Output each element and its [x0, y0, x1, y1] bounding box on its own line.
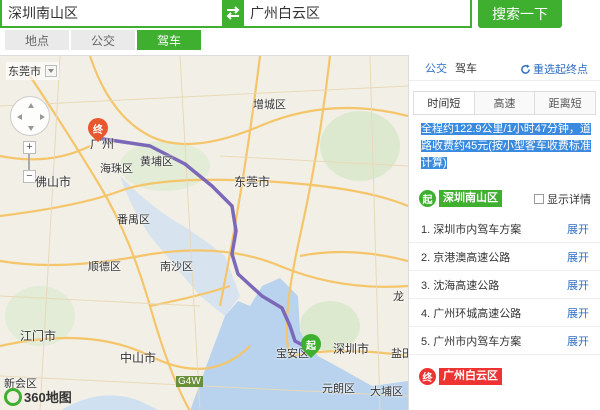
- place-label: 海珠区: [100, 163, 133, 175]
- tab-place[interactable]: 地点: [5, 30, 69, 50]
- route-step[interactable]: 2. 京港澳高速公路 展开: [409, 243, 600, 271]
- tab-transit[interactable]: 公交: [71, 30, 135, 50]
- search-bar: 搜索一下: [0, 0, 600, 30]
- zoom-slider[interactable]: [23, 154, 36, 170]
- refresh-icon: [521, 63, 530, 74]
- place-label: 江门市: [20, 329, 57, 343]
- route-summary-text: 全程约122.9公里/1小时47分钟，道路收费约45元(按小型客车收费标准计算): [421, 123, 591, 169]
- checkbox-icon: [534, 194, 544, 204]
- place-label: 深圳市: [333, 342, 370, 356]
- place-label: 大埔区: [370, 386, 403, 398]
- end-name[interactable]: 广州白云区: [439, 367, 502, 385]
- start-marker-label: 起: [306, 341, 316, 352]
- expand-link[interactable]: 展开: [567, 305, 589, 321]
- place-label: 佛山市: [35, 175, 72, 189]
- route-summary: 全程约122.9公里/1小时47分钟，道路收费约45元(按小型客车收费标准计算): [421, 121, 597, 172]
- destination-input[interactable]: [244, 0, 470, 26]
- compass-icon: [17, 103, 45, 131]
- dropdown-icon: [45, 65, 57, 77]
- swap-button[interactable]: [222, 0, 244, 28]
- zoom-in-button[interactable]: +: [23, 141, 36, 154]
- city-selector[interactable]: 东莞市: [6, 62, 59, 80]
- logo-text: 360地图: [24, 390, 72, 405]
- route-step-text: 3. 沈海高速公路: [421, 279, 500, 292]
- expand-link[interactable]: 展开: [567, 333, 589, 349]
- show-details-checkbox[interactable]: 显示详情: [534, 191, 591, 207]
- route-step-text: 5. 广州市内驾车方案: [421, 335, 522, 348]
- reselect-endpoints-link[interactable]: 重选起终点: [520, 61, 588, 77]
- swap-arrows-icon: [226, 6, 240, 20]
- logo-ring-icon: [4, 387, 22, 406]
- route-step[interactable]: 5. 广州市内驾车方案 展开: [409, 327, 600, 355]
- tab-driving[interactable]: 驾车: [137, 30, 201, 50]
- reselect-label: 重选起终点: [533, 64, 588, 76]
- highway-shield: G4W: [176, 376, 203, 387]
- destination-field-wrapper: [244, 0, 472, 28]
- route-step-text: 1. 深圳市内驾车方案: [421, 223, 522, 236]
- end-marker-label: 终: [93, 125, 103, 136]
- search-button[interactable]: 搜索一下: [478, 0, 562, 28]
- map-view[interactable]: 东莞市 + − 增城区 广州 海珠区 黄埔区 佛山市 番禺区 东莞市 顺德区 南…: [0, 55, 408, 410]
- mode-tabs: 地点 公交 驾车: [0, 30, 201, 50]
- tab-highway[interactable]: 高速: [473, 92, 535, 114]
- origin-input[interactable]: [2, 0, 222, 26]
- place-label: 东莞市: [234, 175, 271, 189]
- city-name: 东莞市: [8, 66, 41, 78]
- end-marker[interactable]: 终: [83, 113, 113, 144]
- origin-field-wrapper: [0, 0, 222, 28]
- end-point-row: 终 广州白云区: [409, 366, 600, 386]
- panel-tab-transit[interactable]: 公交: [425, 60, 447, 76]
- route-step-text: 4. 广州环城高速公路: [421, 307, 522, 320]
- panel-tab-driving[interactable]: 驾车: [455, 60, 477, 76]
- route-option-tabs: 时间短 高速 距离短: [413, 91, 596, 115]
- place-label: 顺德区: [88, 261, 121, 273]
- pan-control[interactable]: [10, 96, 50, 136]
- place-label: 元朗区: [322, 383, 355, 395]
- route-step[interactable]: 4. 广州环城高速公路 展开: [409, 299, 600, 327]
- start-marker[interactable]: 起: [296, 329, 326, 360]
- place-label: 中山市: [120, 351, 157, 365]
- place-label: 番禺区: [117, 214, 150, 226]
- route-step[interactable]: 3. 沈海高速公路 展开: [409, 271, 600, 299]
- expand-link[interactable]: 展开: [567, 221, 589, 237]
- place-label: 增城区: [253, 99, 286, 111]
- start-point-row: 起 深圳南山区 显示详情: [409, 188, 600, 208]
- tab-shortest-distance[interactable]: 距离短: [534, 92, 596, 114]
- end-badge: 终: [419, 367, 436, 385]
- panel-header: 公交 驾车 重选起终点: [409, 55, 600, 81]
- route-step-text: 2. 京港澳高速公路: [421, 251, 511, 264]
- route-steps: 1. 深圳市内驾车方案 展开 2. 京港澳高速公路 展开 3. 沈海高速公路 展…: [409, 215, 600, 355]
- start-name[interactable]: 深圳南山区: [439, 189, 502, 207]
- expand-link[interactable]: 展开: [567, 249, 589, 265]
- place-label: 南沙区: [160, 261, 193, 273]
- tab-shortest-time[interactable]: 时间短: [414, 92, 474, 114]
- place-label: 盐田: [391, 348, 408, 360]
- expand-link[interactable]: 展开: [567, 277, 589, 293]
- start-badge: 起: [419, 189, 436, 207]
- map-logo: 360地图: [4, 387, 72, 406]
- place-label: 龙: [393, 291, 404, 303]
- place-label: 黄埔区: [140, 156, 173, 168]
- route-step[interactable]: 1. 深圳市内驾车方案 展开: [409, 215, 600, 243]
- show-details-label: 显示详情: [547, 194, 591, 206]
- route-panel: 公交 驾车 重选起终点 时间短 高速 距离短 全程约122.9公里/1小时47分…: [408, 55, 600, 410]
